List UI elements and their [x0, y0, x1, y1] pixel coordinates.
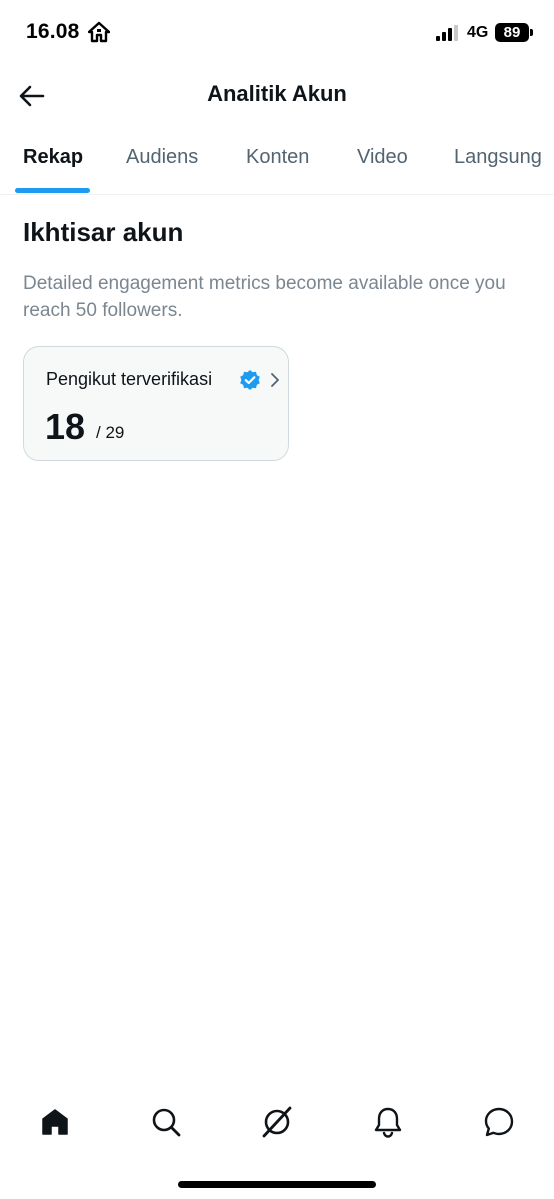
- home-icon: [42, 1109, 68, 1135]
- tab-audiens[interactable]: Audiens: [126, 146, 198, 169]
- status-bar: 16.08 4G 89: [0, 0, 554, 66]
- verified-badge-icon: [240, 370, 260, 390]
- tab-bar: Rekap Audiens Konten Video Langsung: [0, 126, 554, 195]
- battery-indicator: 89: [495, 23, 529, 42]
- nav-home[interactable]: [35, 1102, 75, 1142]
- status-time: 16.08: [26, 20, 80, 43]
- nav-search[interactable]: [146, 1102, 186, 1142]
- chevron-right-icon: [271, 373, 279, 387]
- grok-icon: [262, 1106, 292, 1138]
- home-indicator-bar: [178, 1181, 376, 1188]
- page-title: Analitik Akun: [207, 81, 347, 106]
- tab-video[interactable]: Video: [357, 146, 408, 169]
- bottom-navigation: [0, 1090, 554, 1150]
- header: Analitik Akun: [0, 66, 554, 124]
- tab-langsung[interactable]: Langsung: [454, 146, 542, 169]
- tab-konten[interactable]: Konten: [246, 146, 309, 169]
- metric-label: Pengikut terverifikasi: [46, 369, 213, 389]
- search-icon: [152, 1108, 181, 1137]
- battery-tip: [530, 29, 533, 36]
- home-status-icon: [88, 21, 110, 43]
- nav-grok[interactable]: [257, 1102, 297, 1142]
- section-title: Ikhtisar akun: [23, 217, 184, 247]
- tab-rekap[interactable]: Rekap: [23, 146, 83, 169]
- metric-total: / 29: [96, 423, 125, 442]
- signal-icon: [436, 25, 458, 41]
- active-tab-indicator: [15, 188, 90, 193]
- bell-icon: [374, 1107, 402, 1138]
- nav-messages[interactable]: [479, 1102, 519, 1142]
- verified-followers-card[interactable]: Pengikut terverifikasi 18 / 29: [23, 346, 289, 461]
- messages-icon: [484, 1107, 514, 1137]
- nav-notifications[interactable]: [368, 1102, 408, 1142]
- metric-value: 18: [45, 406, 86, 447]
- section-description: Detailed engagement metrics become avail…: [23, 273, 506, 321]
- network-label: 4G: [467, 24, 489, 41]
